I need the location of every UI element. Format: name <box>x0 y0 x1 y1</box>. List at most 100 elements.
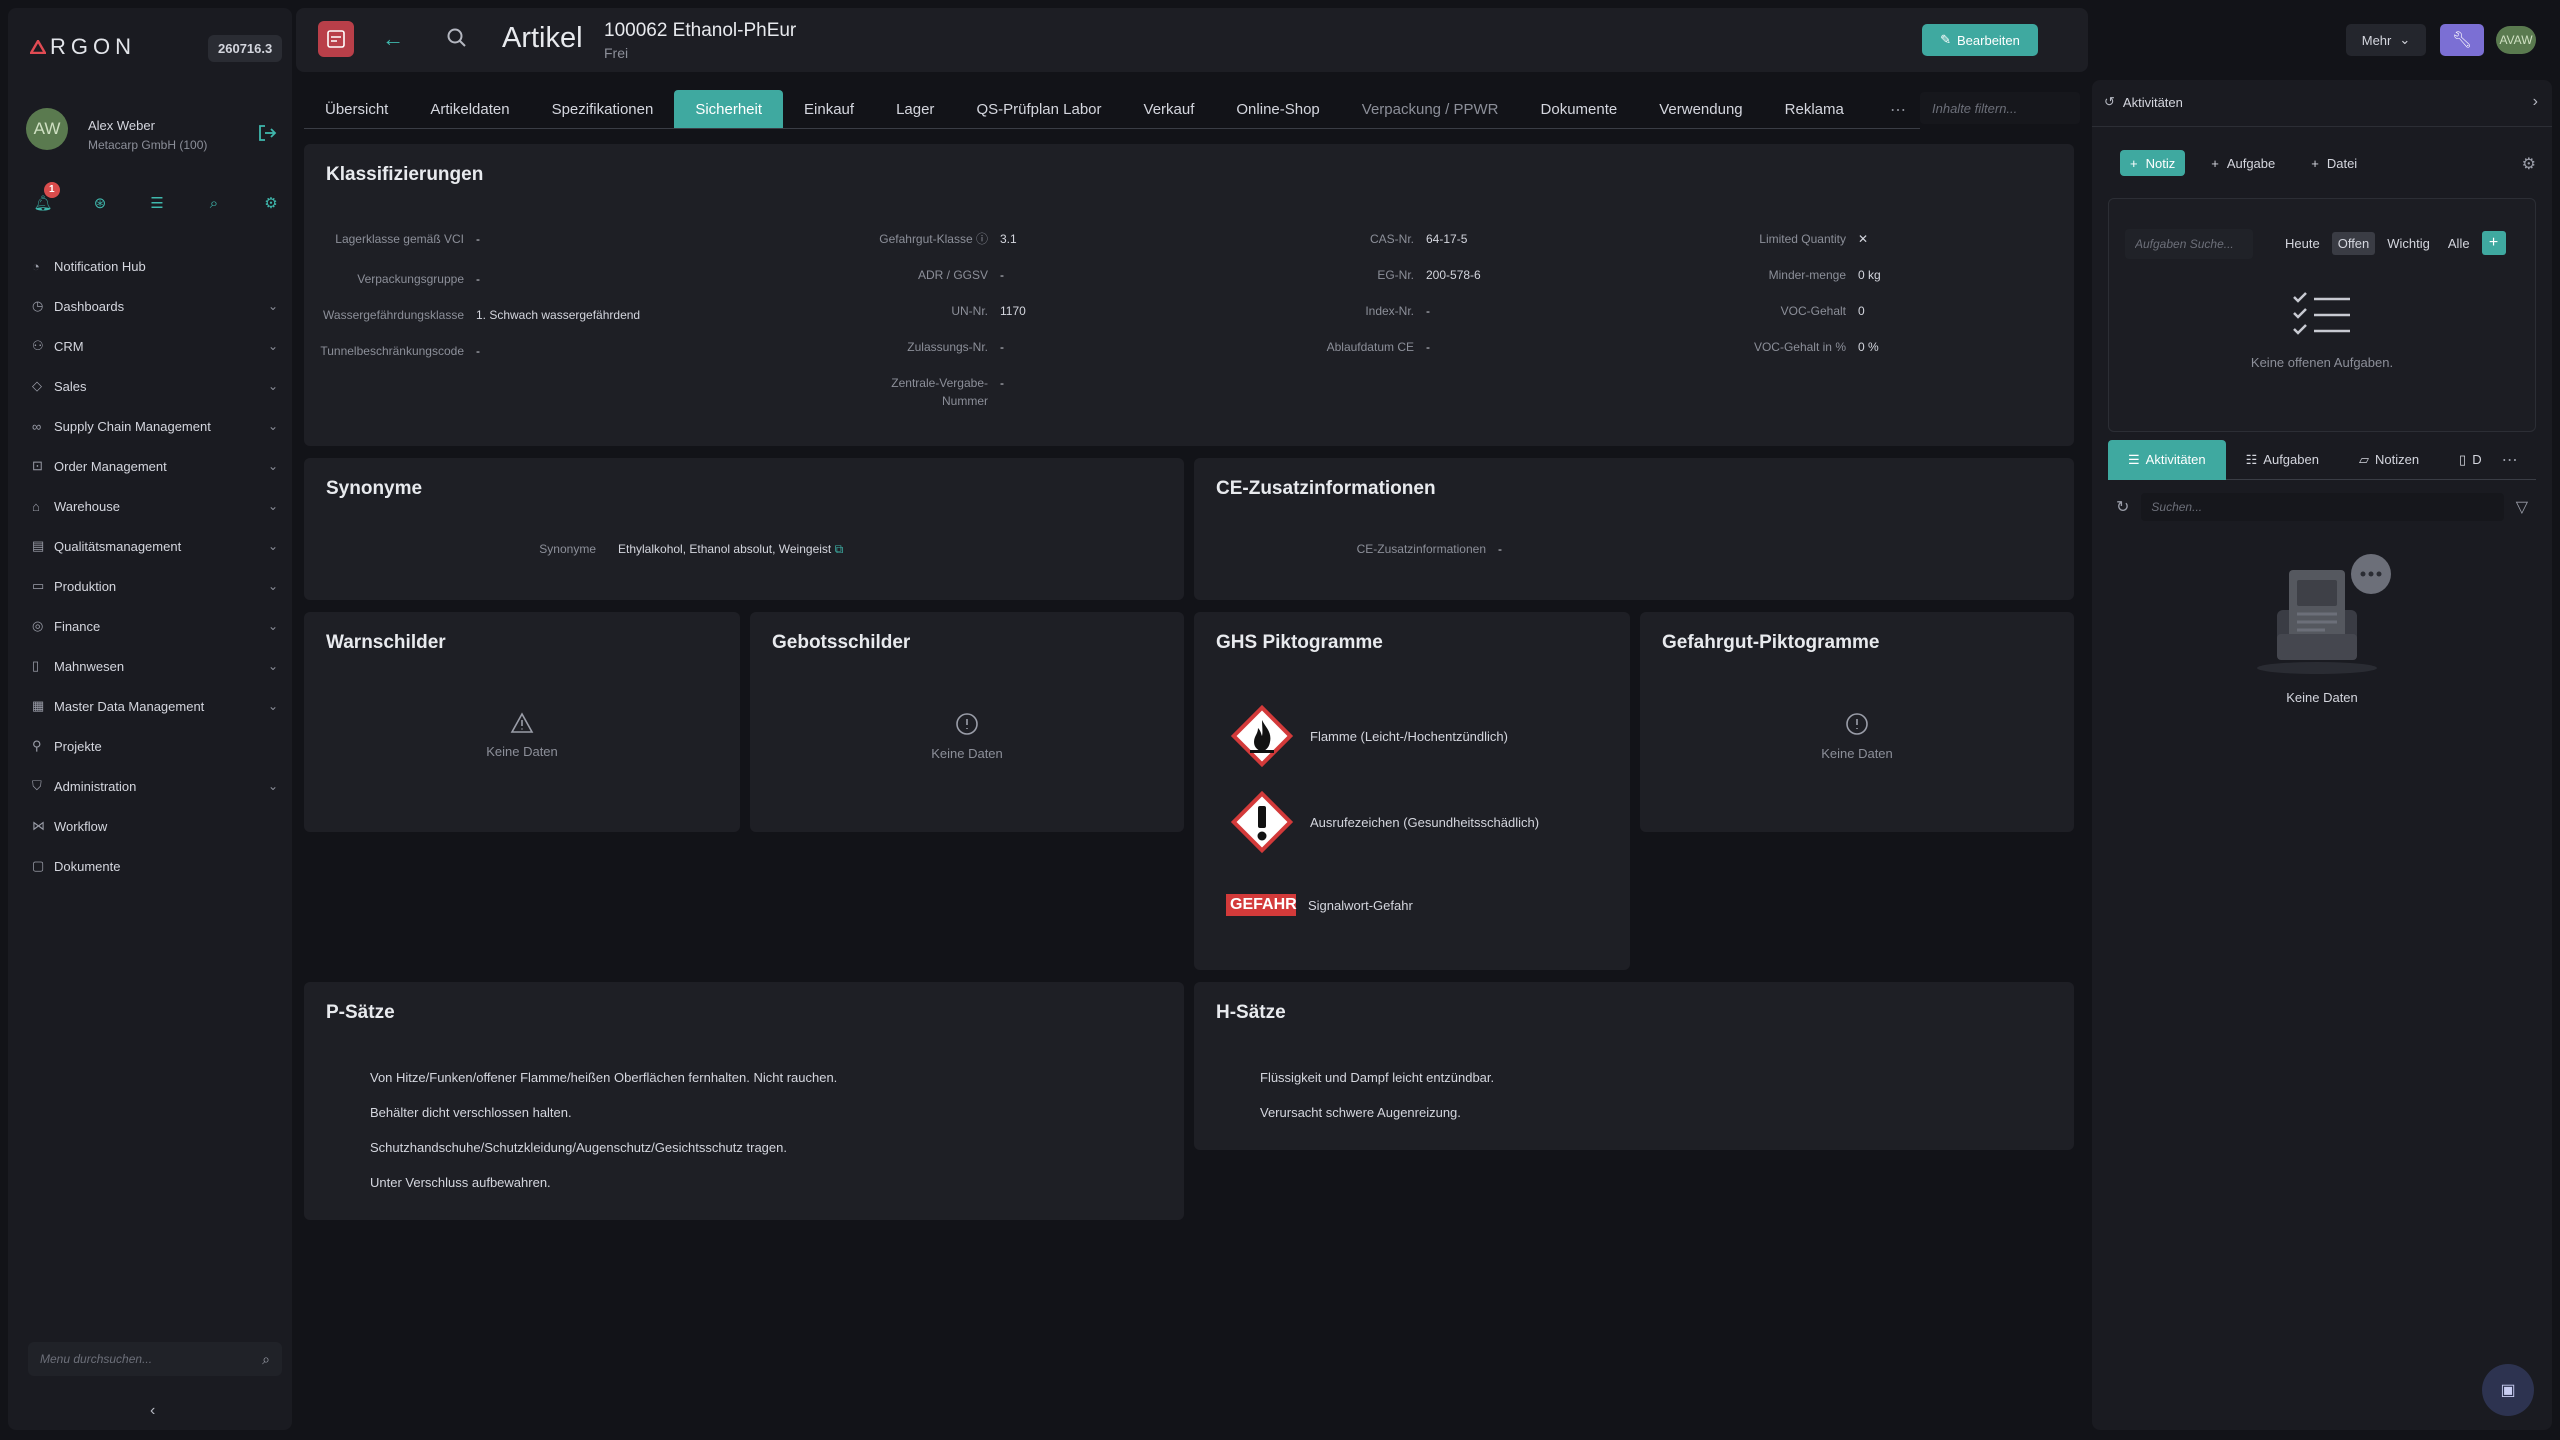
tab-uebersicht[interactable]: Übersicht <box>304 90 409 128</box>
filter-offen[interactable]: Offen <box>2331 231 2376 255</box>
logout-icon[interactable] <box>256 122 278 144</box>
sidebar-item-dashboards[interactable]: ◷ Dashboards ⌄ <box>32 286 290 326</box>
app-icon[interactable] <box>318 21 354 57</box>
search-icon[interactable] <box>446 27 468 49</box>
content-filter-input[interactable] <box>1932 100 2072 116</box>
checklist-icon <box>2293 292 2350 335</box>
link-icon: ∞ <box>32 418 42 434</box>
field-value: - <box>476 232 480 246</box>
refresh-icon[interactable]: ↻ <box>2116 497 2129 517</box>
gear-icon[interactable]: ⚙ <box>260 194 282 212</box>
sidebar-item-sales[interactable]: ◇ Sales ⌄ <box>32 366 290 406</box>
logo[interactable]: RGON <box>30 34 136 60</box>
more-tabs-icon[interactable]: ⋯ <box>1890 100 1906 120</box>
empty-text: Keine offenen Aufgaben. <box>2250 355 2394 370</box>
tab-verpackung[interactable]: Verpackung / PPWR <box>1341 90 1520 128</box>
file-icon: ▯ <box>2459 451 2467 467</box>
add-note-button[interactable]: + Notiz <box>2120 150 2186 176</box>
activity-search-input[interactable] <box>2151 500 2494 514</box>
filter-heute[interactable]: Heute <box>2279 232 2326 255</box>
sidebar-item-produktion[interactable]: ▭ Produktion ⌄ <box>32 566 290 606</box>
sidebar-item-dokumente[interactable]: ▢ Dokumente <box>32 846 290 886</box>
sidebar-item-supply-chain[interactable]: ∞ Supply Chain Management ⌄ <box>32 406 290 446</box>
filter-alle[interactable]: Alle <box>2442 232 2476 255</box>
field-value: 3.1 <box>1000 232 1017 246</box>
filter-wichtig[interactable]: Wichtig <box>2381 232 2436 255</box>
empty-state: Keine Daten <box>1640 712 2074 761</box>
sidebar-item-administration[interactable]: ⛉ Administration ⌄ <box>32 766 290 806</box>
tab-sicherheit[interactable]: Sicherheit <box>674 90 784 128</box>
field-mindermenge: Minder-menge 0 kg <box>1634 266 1881 284</box>
field-ce-zusatzinfo: CE-Zusatzinformationen - <box>1194 540 1502 558</box>
sidebar-item-order-management[interactable]: ⊡ Order Management ⌄ <box>32 446 290 486</box>
ghs-label: Flamme (Leicht-/Hochentzündlich) <box>1310 728 1508 744</box>
field-value: 0 kg <box>1858 268 1881 282</box>
tab-dokumente[interactable]: Dokumente <box>1520 90 1639 128</box>
sidebar-item-finance[interactable]: ◎ Finance ⌄ <box>32 606 290 646</box>
tab-dateien[interactable]: ▯ D <box>2439 440 2502 480</box>
menu-search-input[interactable] <box>40 1352 240 1366</box>
tab-qs-pruefplan[interactable]: QS-Prüfplan Labor <box>955 90 1122 128</box>
sidebar-item-qualitaet[interactable]: ▤ Qualitätsmanagement ⌄ <box>32 526 290 566</box>
bell-icon[interactable]: 🔔︎ 1 <box>32 182 60 212</box>
list-icon[interactable]: ☰ <box>146 194 168 212</box>
task-filters: Heute Offen Wichtig Alle + <box>2279 231 2506 255</box>
tab-reklama[interactable]: Reklama <box>1764 90 1865 128</box>
pin-icon: ⚲ <box>32 738 42 753</box>
sidebar-item-warehouse[interactable]: ⌂ Warehouse ⌄ <box>32 486 290 526</box>
tab-einkauf[interactable]: Einkauf <box>783 90 875 128</box>
tab-aufgaben[interactable]: ☷ Aufgaben <box>2226 440 2339 480</box>
settings-wheel-icon[interactable]: ⊛ <box>89 194 111 212</box>
sidebar-item-projekte[interactable]: ⚲ Projekte <box>32 726 290 766</box>
field-label: Synonyme <box>539 542 596 556</box>
sidebar-item-crm[interactable]: ⚇ CRM ⌄ <box>32 326 290 366</box>
copy-icon[interactable]: ⧉ <box>835 542 844 556</box>
more-button[interactable]: Mehr ⌄ <box>2346 24 2426 56</box>
tab-online-shop[interactable]: Online-Shop <box>1215 90 1340 128</box>
edit-button[interactable]: ✎ Bearbeiten <box>1922 24 2038 56</box>
more-button-label: Mehr <box>2361 32 2392 48</box>
empty-text: Keine Daten <box>486 744 558 759</box>
tab-lager[interactable]: Lager <box>875 90 955 128</box>
tab-verkauf[interactable]: Verkauf <box>1123 90 1216 128</box>
chevron-right-icon[interactable]: › <box>2533 93 2538 111</box>
gear-icon[interactable]: ⚙ <box>2522 154 2536 174</box>
sidebar-item-mahnwesen[interactable]: ▯ Mahnwesen ⌄ <box>32 646 290 686</box>
panel-header: ↺ Aktivitäten <box>2104 94 2183 110</box>
field-wassergefaehrdung: Wassergefährdungsklasse 1. Schwach wasser… <box>304 306 640 324</box>
add-task-icon[interactable]: + <box>2481 231 2506 255</box>
add-task-button[interactable]: + Aufgabe <box>2201 150 2285 176</box>
more-icon[interactable]: ⋯ <box>2502 450 2518 470</box>
back-arrow-icon[interactable]: ← <box>382 26 404 52</box>
search-icon[interactable]: ⌕ <box>203 195 225 212</box>
tab-notizen[interactable]: ▱ Notizen <box>2339 440 2439 480</box>
sidebar-item-workflow[interactable]: ⋈ Workflow <box>32 806 290 846</box>
add-file-button[interactable]: + Datei <box>2301 150 2367 176</box>
info-icon[interactable]: ⓘ <box>976 232 988 246</box>
filter-icon[interactable]: ▽ <box>2516 497 2528 517</box>
tab-aktivitaeten[interactable]: ☰ Aktivitäten <box>2108 439 2226 480</box>
user-avatar[interactable]: AVAW <box>2496 26 2536 54</box>
collapse-sidebar-icon[interactable]: ‹ <box>150 1402 155 1420</box>
card-title: Synonyme <box>326 478 423 499</box>
search-icon[interactable]: ⌕ <box>262 1351 270 1368</box>
field-limited-quantity: Limited Quantity ✕ <box>1634 230 1868 248</box>
field-label: Wassergefährdungsklasse <box>323 308 464 322</box>
field-eg-nr: EG-Nr. 200-578-6 <box>1224 266 1480 284</box>
tab-verwendung[interactable]: Verwendung <box>1638 90 1763 128</box>
signal-word-badge: GEFAHR <box>1226 894 1297 916</box>
sidebar-item-master-data[interactable]: ▦ Master Data Management ⌄ <box>32 686 290 726</box>
tab-spezifikationen[interactable]: Spezifikationen <box>531 90 675 128</box>
task-search-input[interactable] <box>2135 237 2245 251</box>
tab-artikeldaten[interactable]: Artikeldaten <box>409 90 530 128</box>
chat-button[interactable]: ▣ <box>2482 1364 2534 1416</box>
sidebar-item-notification-hub[interactable]: ◔ Notification Hub <box>32 246 290 286</box>
alert-circle-icon <box>1846 713 1868 735</box>
field-label: EG-Nr. <box>1377 268 1414 282</box>
tools-button[interactable]: 🔧︎ <box>2440 24 2484 56</box>
sidebar-item-label: Projekte <box>54 738 102 754</box>
avatar[interactable]: AW <box>26 108 68 150</box>
chevron-down-icon: ⌄ <box>267 299 278 313</box>
field-value: 0 % <box>1858 340 1879 354</box>
field-value: - <box>476 272 480 286</box>
